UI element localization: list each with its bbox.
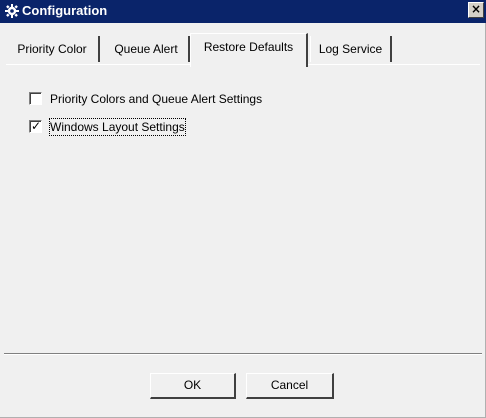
tab-queue-alert[interactable]: Queue Alert bbox=[104, 36, 190, 62]
divider bbox=[4, 353, 482, 355]
configuration-window: Configuration × Priority Color Queue Ale… bbox=[0, 0, 486, 418]
close-icon[interactable]: × bbox=[468, 2, 484, 18]
checkbox-windows-layout[interactable]: ✓ bbox=[29, 119, 42, 133]
gear-icon bbox=[4, 3, 20, 19]
tab-strip: Priority Color Queue Alert Restore Defau… bbox=[0, 23, 486, 67]
window-title: Configuration bbox=[22, 3, 108, 18]
checkbox-priority-colors[interactable] bbox=[29, 92, 42, 105]
tab-restore-defaults[interactable]: Restore Defaults bbox=[190, 33, 308, 67]
tab-log-service[interactable]: Log Service bbox=[310, 36, 392, 62]
restore-defaults-panel: Priority Colors and Queue Alert Settings… bbox=[6, 64, 480, 354]
option-label: Priority Colors and Queue Alert Settings bbox=[50, 92, 263, 106]
option-label: Windows Layout Settings bbox=[49, 118, 186, 136]
tab-priority-color[interactable]: Priority Color bbox=[6, 36, 100, 62]
checkmark-icon: ✓ bbox=[31, 119, 42, 133]
cancel-button[interactable]: Cancel bbox=[246, 373, 334, 399]
ok-button[interactable]: OK bbox=[150, 373, 236, 399]
title-bar[interactable]: Configuration × bbox=[0, 0, 486, 23]
